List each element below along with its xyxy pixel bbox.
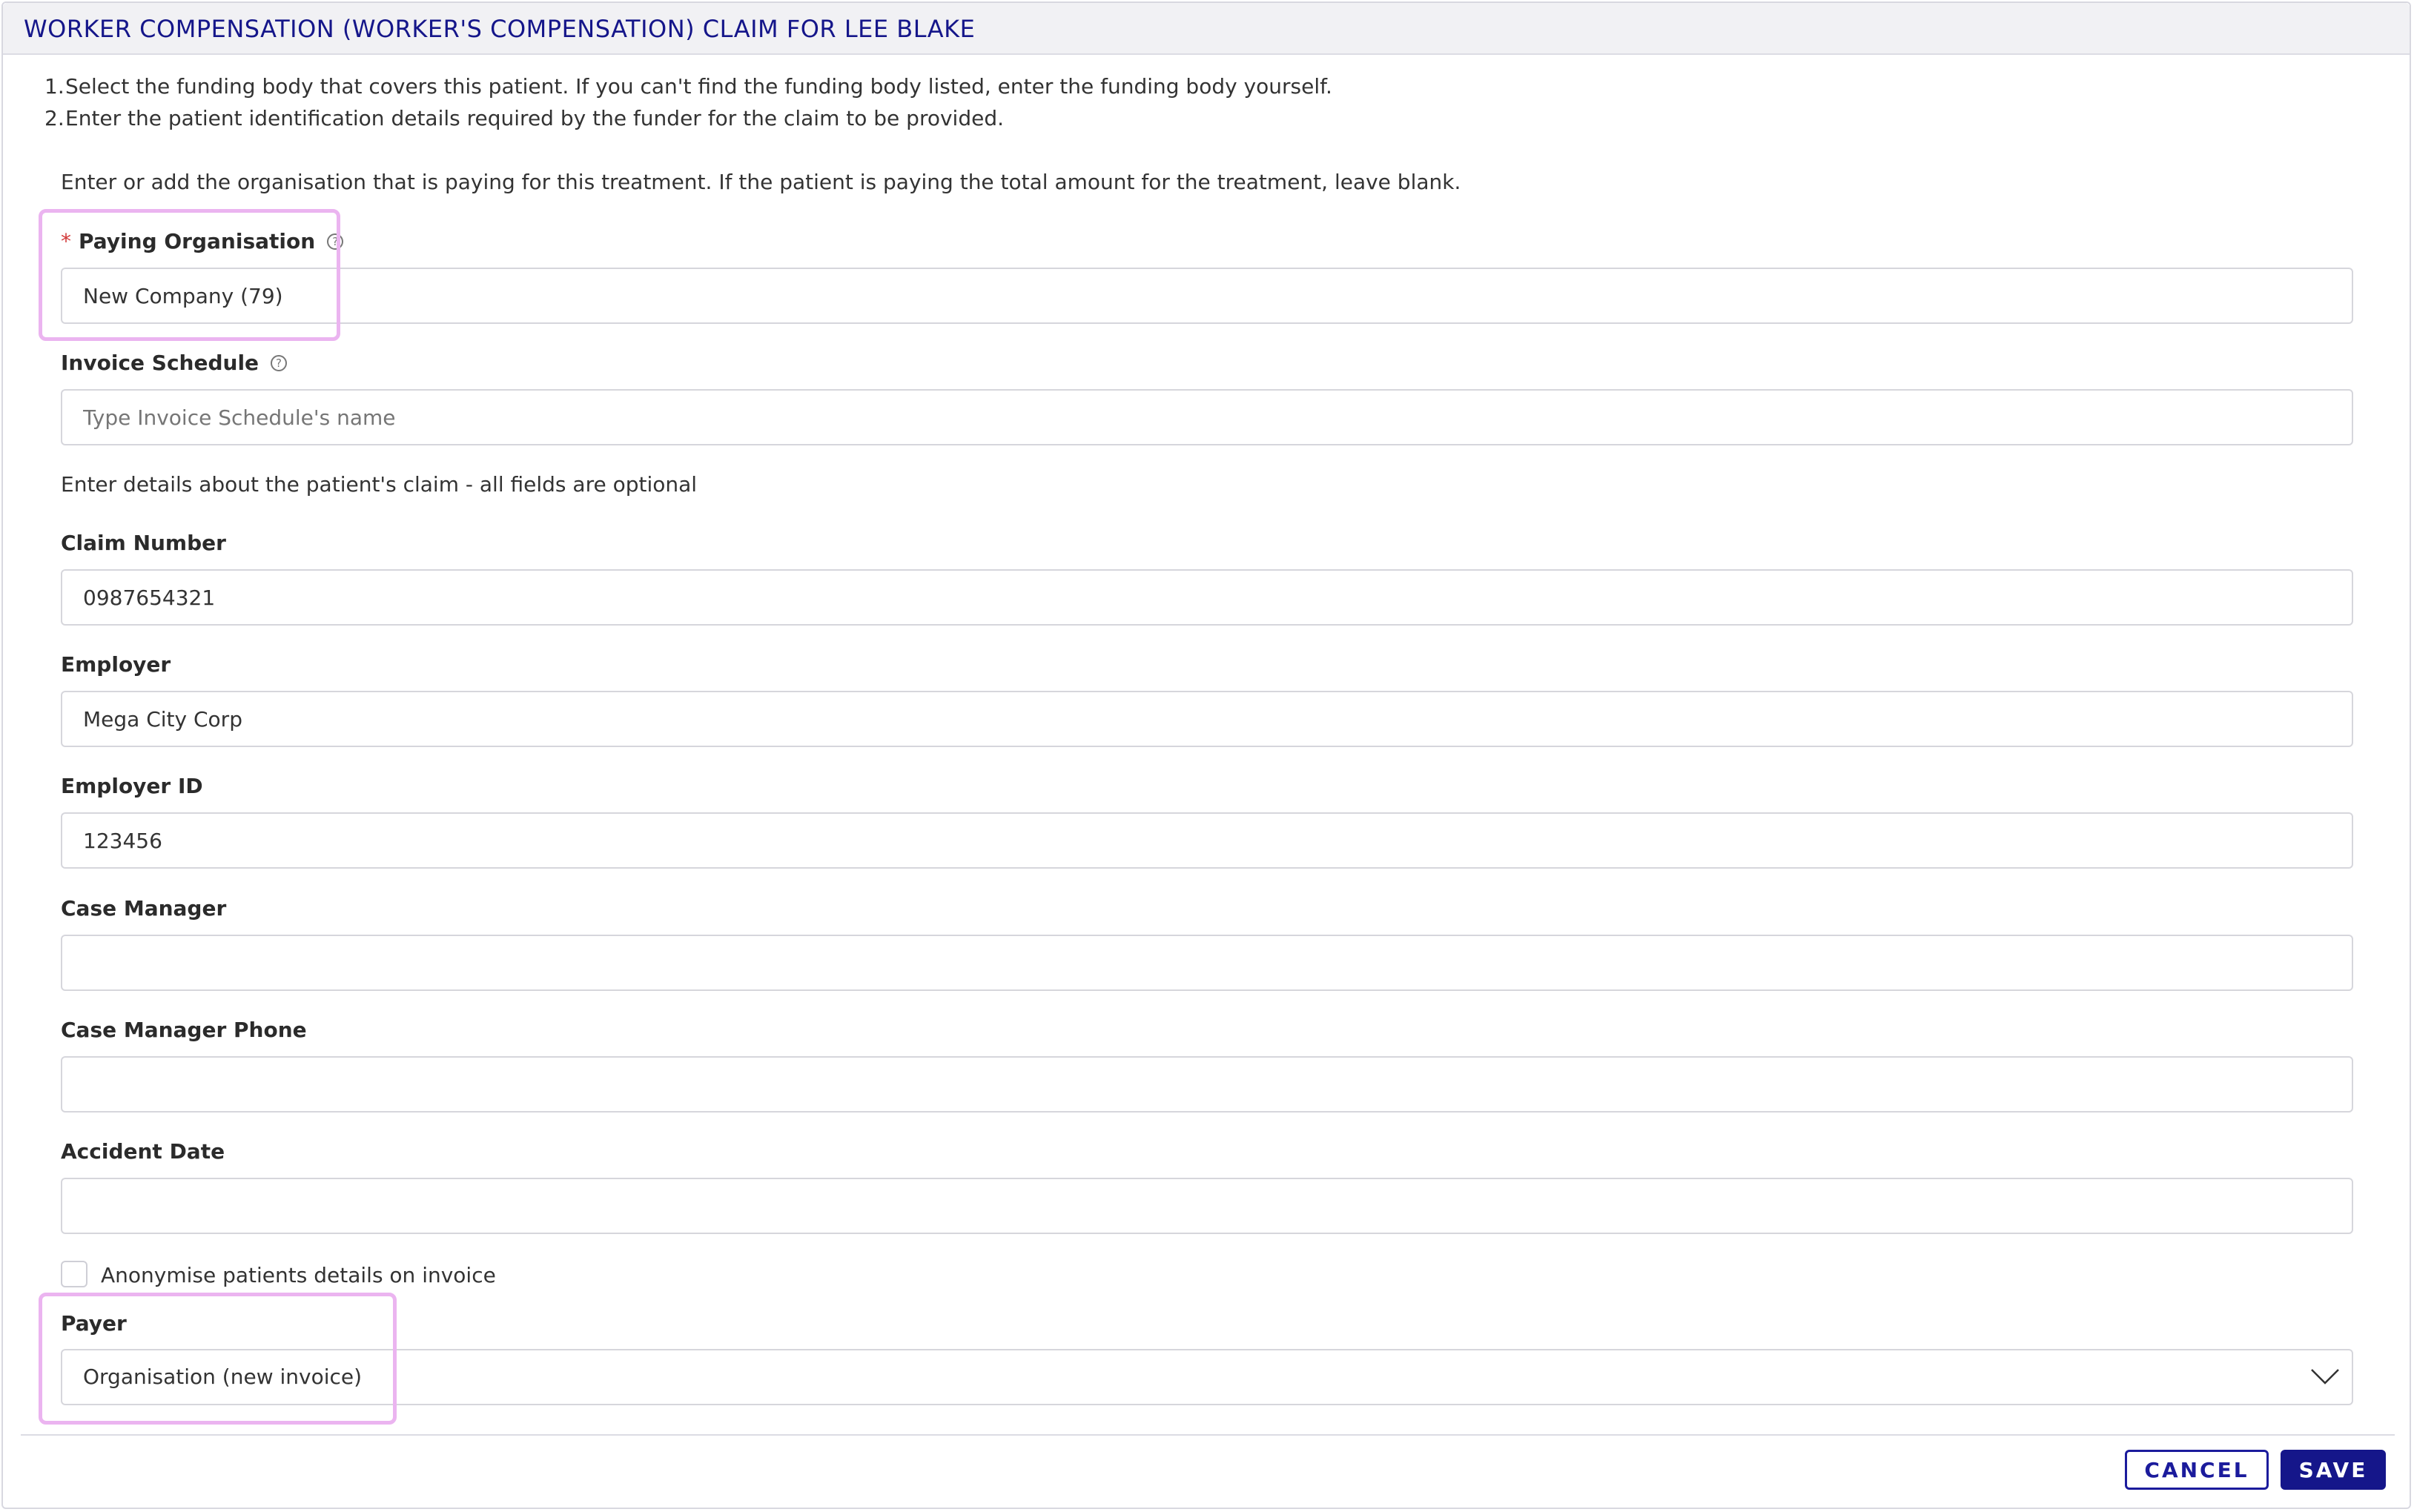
case-manager-phone-input[interactable] [61,1056,2353,1113]
question-circle-icon[interactable]: ? [327,233,344,250]
case-manager-input[interactable] [61,935,2353,991]
employer-label: Employer [61,652,171,677]
payer-select[interactable]: Organisation (new invoice) [61,1349,2353,1405]
invoice-schedule-input[interactable] [61,389,2353,445]
instruction-2-number: 2. [44,106,65,130]
required-marker: * [61,229,71,253]
instruction-1: 1. Select the funding body that covers t… [44,74,1332,99]
invoice-schedule-label-text: Invoice Schedule [61,351,259,375]
footer-divider [21,1434,2395,1436]
payer-selected-value: Organisation (new invoice) [83,1365,363,1389]
claim-intro-text: Enter details about the patient's claim … [61,472,698,497]
case-manager-phone-label: Case Manager Phone [61,1018,307,1042]
instruction-1-text: Select the funding body that covers this… [65,74,1332,99]
anonymise-label[interactable]: Anonymise patients details on invoice [101,1263,496,1287]
employer-id-input[interactable] [61,812,2353,869]
claim-number-label: Claim Number [61,531,226,555]
instruction-2-text: Enter the patient identification details… [65,106,1004,130]
paying-organisation-label: * Paying Organisation ? [61,229,344,253]
anonymise-checkbox[interactable] [61,1261,87,1287]
invoice-schedule-label: Invoice Schedule ? [61,351,288,375]
accident-date-label: Accident Date [61,1139,225,1164]
claim-number-input[interactable] [61,569,2353,626]
chevron-down-icon[interactable] [2310,1367,2340,1386]
save-button[interactable]: SAVE [2281,1450,2386,1490]
employer-id-label: Employer ID [61,774,203,798]
payer-label: Payer [61,1311,127,1336]
intro-text: Enter or add the organisation that is pa… [61,170,1461,194]
instruction-1-number: 1. [44,74,65,99]
accident-date-input[interactable] [61,1178,2353,1234]
dialog-header: WORKER COMPENSATION (WORKER'S COMPENSATI… [3,3,2410,55]
dialog-title: WORKER COMPENSATION (WORKER'S COMPENSATI… [24,15,976,43]
paying-organisation-input[interactable] [61,268,2353,324]
instruction-2: 2. Enter the patient identification deta… [44,106,1004,130]
employer-input[interactable] [61,691,2353,747]
question-circle-icon[interactable]: ? [271,354,288,371]
case-manager-label: Case Manager [61,896,227,921]
cancel-button[interactable]: CANCEL [2125,1450,2269,1490]
paying-organisation-label-text: Paying Organisation [79,229,316,253]
